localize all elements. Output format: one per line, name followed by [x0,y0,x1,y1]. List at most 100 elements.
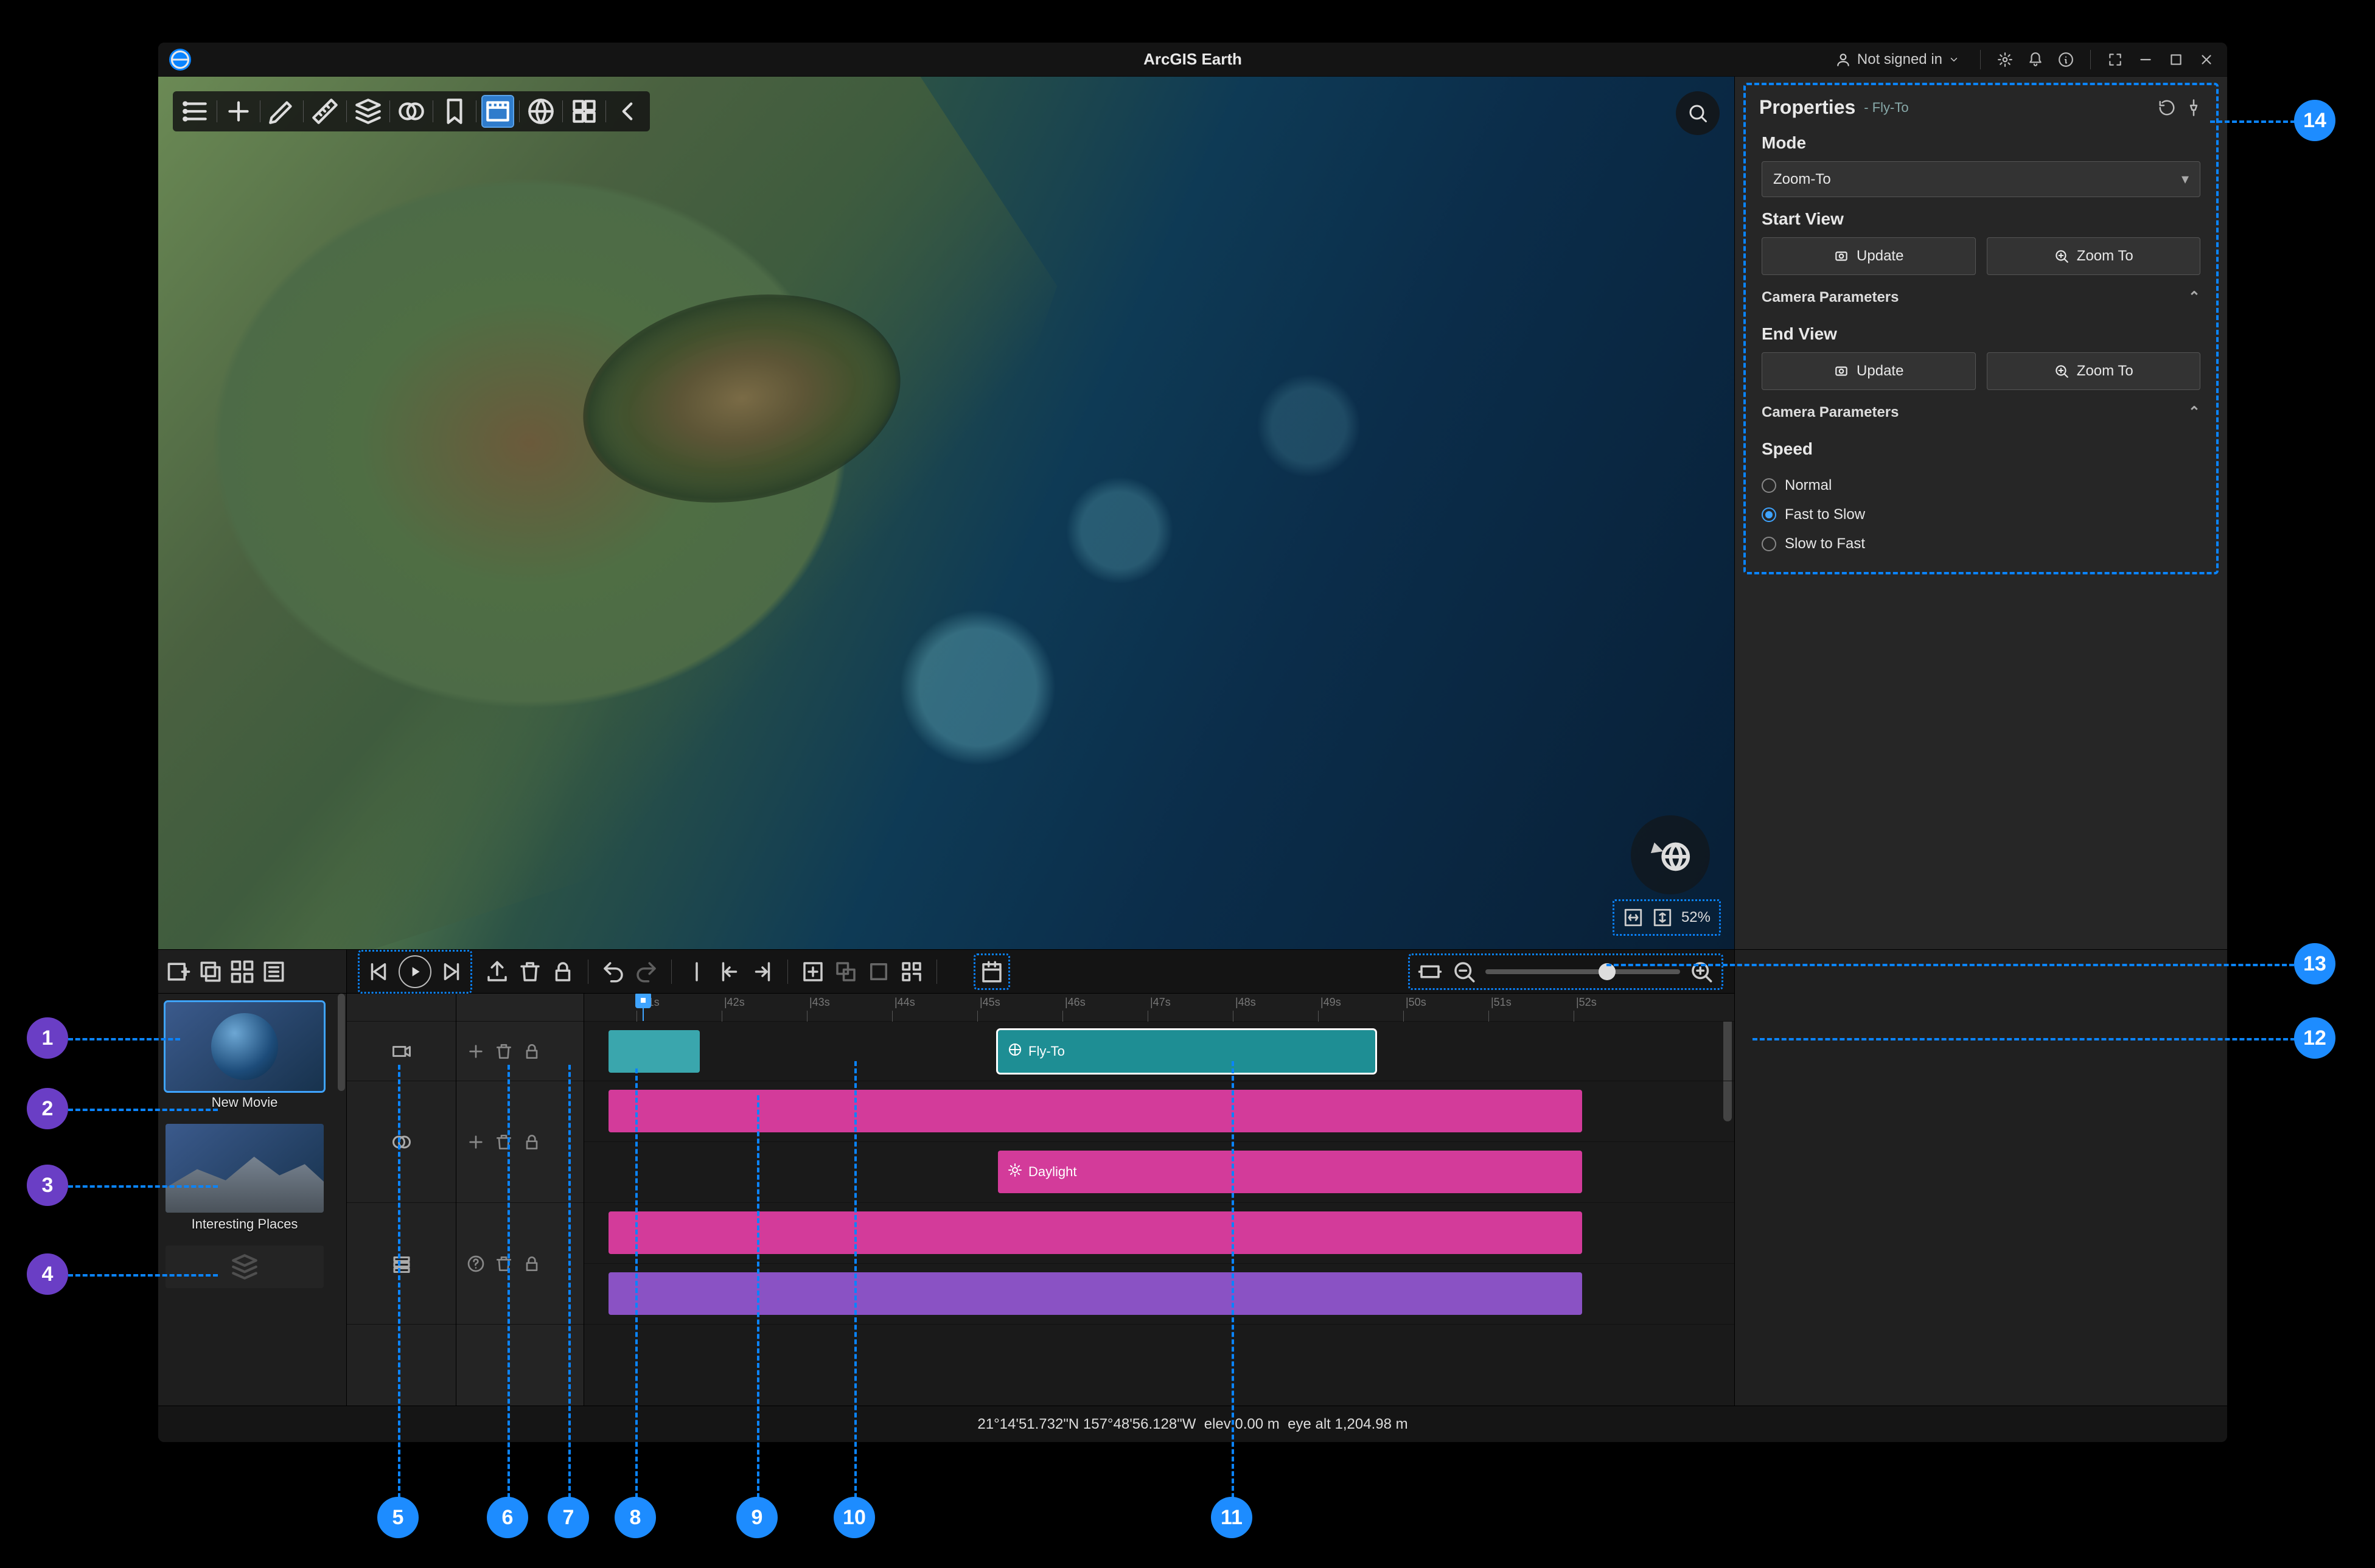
startview-zoomto-button[interactable]: Zoom To [1987,237,2201,275]
movies-toolbar [158,950,346,994]
properties-reset-icon[interactable] [2158,99,2176,117]
draw-icon[interactable] [267,96,297,127]
next-frame-icon[interactable] [439,959,464,984]
scale-width-icon[interactable] [1623,907,1644,928]
zoom-out-icon[interactable] [1451,959,1477,984]
tracks-area[interactable]: |41s |42s |43s |44s |45s |46s |47s |48s … [584,994,1734,1406]
navigator-globe[interactable] [1631,815,1710,894]
clip-dup-icon[interactable] [833,959,859,984]
analysis-icon[interactable] [353,96,383,127]
tick-47: |47s [1150,996,1171,1009]
toc-icon[interactable] [180,96,211,127]
movie-icon[interactable] [483,96,513,127]
track-add-icon[interactable] [466,1042,486,1061]
network-icon[interactable] [526,96,556,127]
lock-timeline-icon[interactable] [550,959,576,984]
lane-layer-1[interactable] [584,1203,1734,1264]
callout-14: 14 [2294,100,2335,141]
scale-height-icon[interactable] [1652,907,1673,928]
clip-del-icon[interactable] [866,959,891,984]
info-icon[interactable] [2056,50,2076,69]
clip-layer-1[interactable] [609,1211,1582,1254]
map-search-button[interactable] [1676,91,1720,135]
signin-button[interactable]: Not signed in [1829,49,1965,71]
collapse-icon[interactable] [612,96,643,127]
fullscreen-icon[interactable] [2105,50,2125,69]
callout-12: 12 [2294,1017,2335,1059]
clip-flyto[interactable]: Fly-To [998,1030,1375,1073]
movie-card-new[interactable]: New Movie [166,1002,324,1110]
clip-daylight[interactable]: Daylight [998,1151,1582,1193]
clip-camera-small[interactable] [609,1030,700,1073]
minimize-icon[interactable] [2136,50,2155,69]
endview-update-button[interactable]: Update [1762,352,1976,390]
camera-params-end[interactable]: Camera Parameters⌃ [1746,394,2216,431]
zoom-slider[interactable] [1485,969,1680,974]
track-delete-icon[interactable] [494,1132,514,1152]
grid-icon[interactable] [569,96,599,127]
export-icon[interactable] [484,959,510,984]
undo-icon[interactable] [601,959,626,984]
add-icon[interactable] [223,96,254,127]
endview-zoomto-button[interactable]: Zoom To [1987,352,2201,390]
settings-icon[interactable] [1995,50,2015,69]
speed-fast-to-slow[interactable]: Fast to Slow [1746,500,2216,529]
fit-icon[interactable] [1417,959,1443,984]
callout-9: 9 [736,1497,778,1538]
lane-layer-2[interactable] [584,1264,1734,1325]
startview-update-button[interactable]: Update [1762,237,1976,275]
lane-effects-2[interactable]: Daylight [584,1142,1734,1203]
snap-right-icon[interactable] [750,959,775,984]
track-help-icon[interactable] [466,1254,486,1274]
delete-timeline-icon[interactable] [517,959,543,984]
lane-effects-1[interactable] [584,1081,1734,1142]
timeline-column: |41s |42s |43s |44s |45s |46s |47s |48s … [347,950,1734,1406]
effects-icon[interactable] [396,96,427,127]
track-camera-icon[interactable] [347,1022,456,1081]
calendar-icon[interactable] [979,959,1005,984]
redo-icon[interactable] [633,959,659,984]
movie-card-extra[interactable] [166,1246,324,1288]
timeline-panel: New Movie Interesting Places [158,949,2227,1442]
track-lock-icon[interactable] [522,1042,542,1061]
speed-normal[interactable]: Normal [1746,471,2216,500]
close-icon[interactable] [2197,50,2216,69]
tick-52: |52s [1576,996,1597,1009]
play-button[interactable] [399,955,431,988]
zoom-in-icon[interactable] [1689,959,1714,984]
movie-settings-icon[interactable] [260,958,287,985]
duplicate-movie-icon[interactable] [197,958,224,985]
prev-frame-icon[interactable] [366,959,391,984]
clip-effect-1[interactable] [609,1090,1582,1132]
bookmark-icon[interactable] [439,96,470,127]
camera-params-start[interactable]: Camera Parameters⌃ [1746,279,2216,316]
track-delete-icon[interactable] [494,1254,514,1274]
movie-card-interesting[interactable]: Interesting Places [166,1124,324,1232]
track-effects-icon[interactable] [347,1081,456,1203]
qr-icon[interactable] [899,959,924,984]
mode-select[interactable]: Zoom-To ▾ [1762,161,2200,197]
time-ruler[interactable]: |41s |42s |43s |44s |45s |46s |47s |48s … [584,994,1734,1022]
track-delete-icon[interactable] [494,1042,514,1061]
track-layers-icon[interactable] [347,1203,456,1325]
track-lock-icon[interactable] [522,1254,542,1274]
clip-layer-2[interactable] [609,1272,1582,1315]
maximize-icon[interactable] [2166,50,2186,69]
notifications-icon[interactable] [2026,50,2045,69]
sun-icon [1008,1163,1022,1181]
snap-left-icon[interactable] [717,959,742,984]
new-movie-icon[interactable] [166,958,192,985]
track-lock-icon[interactable] [522,1132,542,1152]
properties-pin-icon[interactable] [2185,99,2203,117]
measure-icon[interactable] [310,96,340,127]
split-icon[interactable] [684,959,710,984]
keyframe-add-icon[interactable] [800,959,826,984]
speed-slow-to-fast[interactable]: Slow to Fast [1746,529,2216,559]
endview-label: End View [1762,324,2200,344]
playhead[interactable] [643,994,644,1021]
template-movie-icon[interactable] [229,958,256,985]
movies-scrollbar[interactable] [338,994,345,1091]
map-viewport[interactable]: 52% [158,77,1734,949]
lane-camera[interactable]: Fly-To [584,1022,1734,1081]
track-add-icon[interactable] [466,1132,486,1152]
